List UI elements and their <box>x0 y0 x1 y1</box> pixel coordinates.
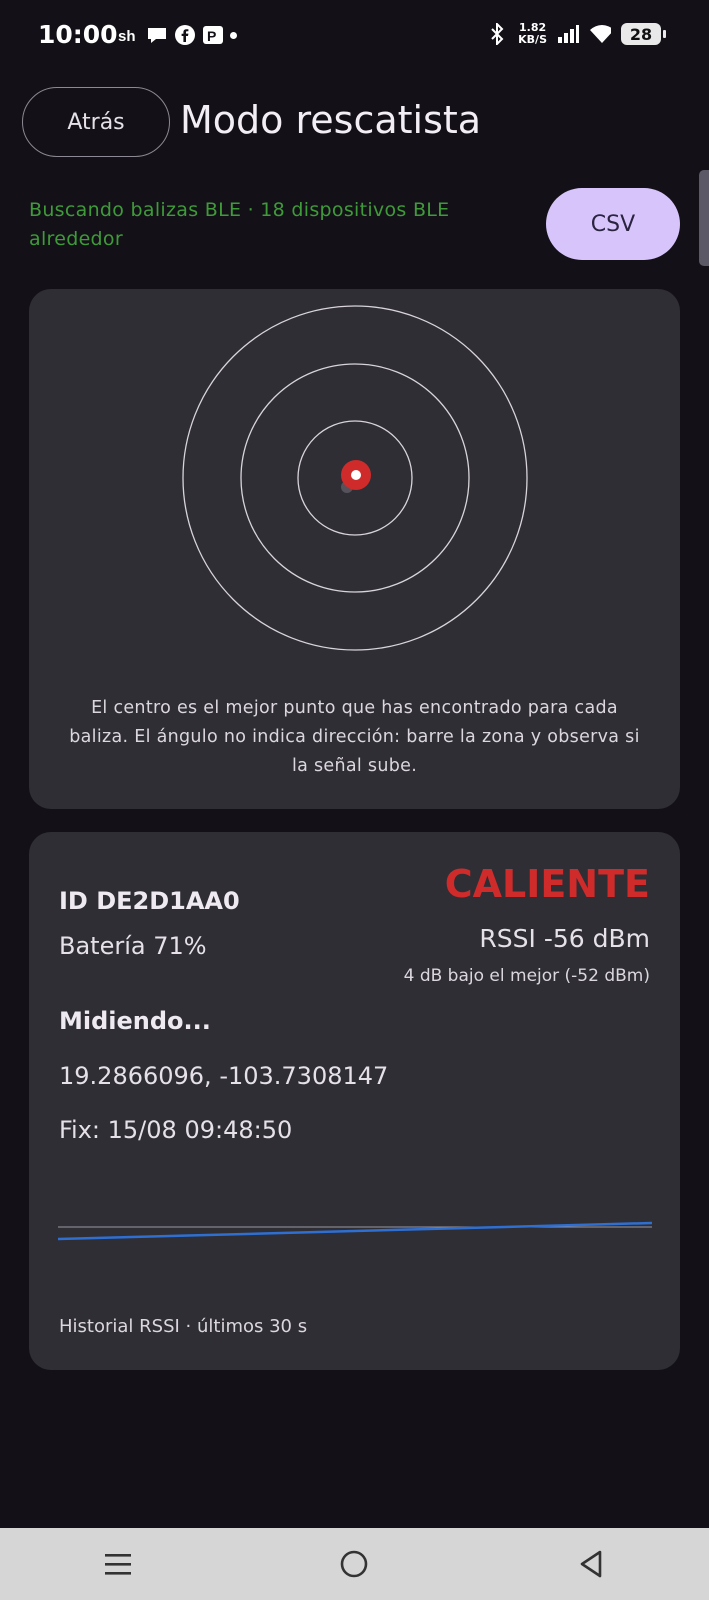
system-navigation-bar <box>0 1528 709 1600</box>
rssi-history-line <box>58 1221 652 1241</box>
rssi-vs-best: 4 dB bajo el mejor (-52 dBm) <box>403 966 650 986</box>
net-speed-unit: KB/S <box>518 33 547 46</box>
beacon-marker-core <box>351 470 361 480</box>
csv-export-button[interactable]: CSV <box>546 188 680 260</box>
signal-icon <box>557 23 579 45</box>
home-button[interactable] <box>236 1528 472 1600</box>
facebook-icon <box>174 24 196 46</box>
radar-caption: El centro es el mejor punto que has enco… <box>69 698 640 776</box>
back-button[interactable]: Atrás <box>22 87 170 157</box>
sh-app-icon: sh <box>118 24 140 46</box>
status-system-icons: 1.82 KB/S 28 <box>486 22 666 46</box>
side-scroll-handle[interactable] <box>699 170 709 266</box>
status-notification-icons: sh P <box>118 24 237 46</box>
radar-view <box>182 305 528 651</box>
back-icon <box>580 1550 602 1578</box>
gps-fix-time: Fix: 15/08 09:48:50 <box>59 1116 293 1144</box>
svg-text:sh: sh <box>118 28 136 44</box>
rssi-value: RSSI -56 dBm <box>479 924 650 953</box>
parking-app-icon: P <box>202 24 224 46</box>
rssi-history-label: Historial RSSI · últimos 30 s <box>59 1316 308 1337</box>
system-back-button[interactable] <box>473 1528 709 1600</box>
status-time: 10:00 <box>38 20 118 49</box>
page-title: Modo rescatista <box>180 98 482 142</box>
notification-dot-icon <box>230 31 237 39</box>
beacon-battery: Batería 71% <box>59 932 207 960</box>
menu-icon <box>105 1554 132 1575</box>
beacon-id: ID DE2D1AA0 <box>59 887 240 915</box>
proximity-label: CALIENTE <box>444 862 650 906</box>
rssi-history-chart <box>58 1221 652 1241</box>
radar-card: El centro es el mejor punto que has enco… <box>29 289 680 809</box>
measuring-status: Midiendo... <box>59 1007 211 1035</box>
bluetooth-icon <box>486 23 508 45</box>
net-speed: 1.82 KB/S <box>518 22 547 46</box>
wifi-icon <box>589 23 611 45</box>
beacon-detail-card[interactable]: ID DE2D1AA0 Batería 71% CALIENTE RSSI -5… <box>29 832 680 1370</box>
gps-coordinates: 19.2866096, -103.7308147 <box>59 1062 389 1090</box>
battery-level: 28 <box>629 24 653 44</box>
battery-icon: 28 <box>621 23 666 45</box>
svg-text:P: P <box>207 28 216 44</box>
scan-status-text: Buscando balizas BLE · 18 dispositivos B… <box>29 199 450 250</box>
chat-icon <box>146 24 168 46</box>
recents-button[interactable] <box>0 1528 236 1600</box>
home-icon <box>341 1550 368 1578</box>
